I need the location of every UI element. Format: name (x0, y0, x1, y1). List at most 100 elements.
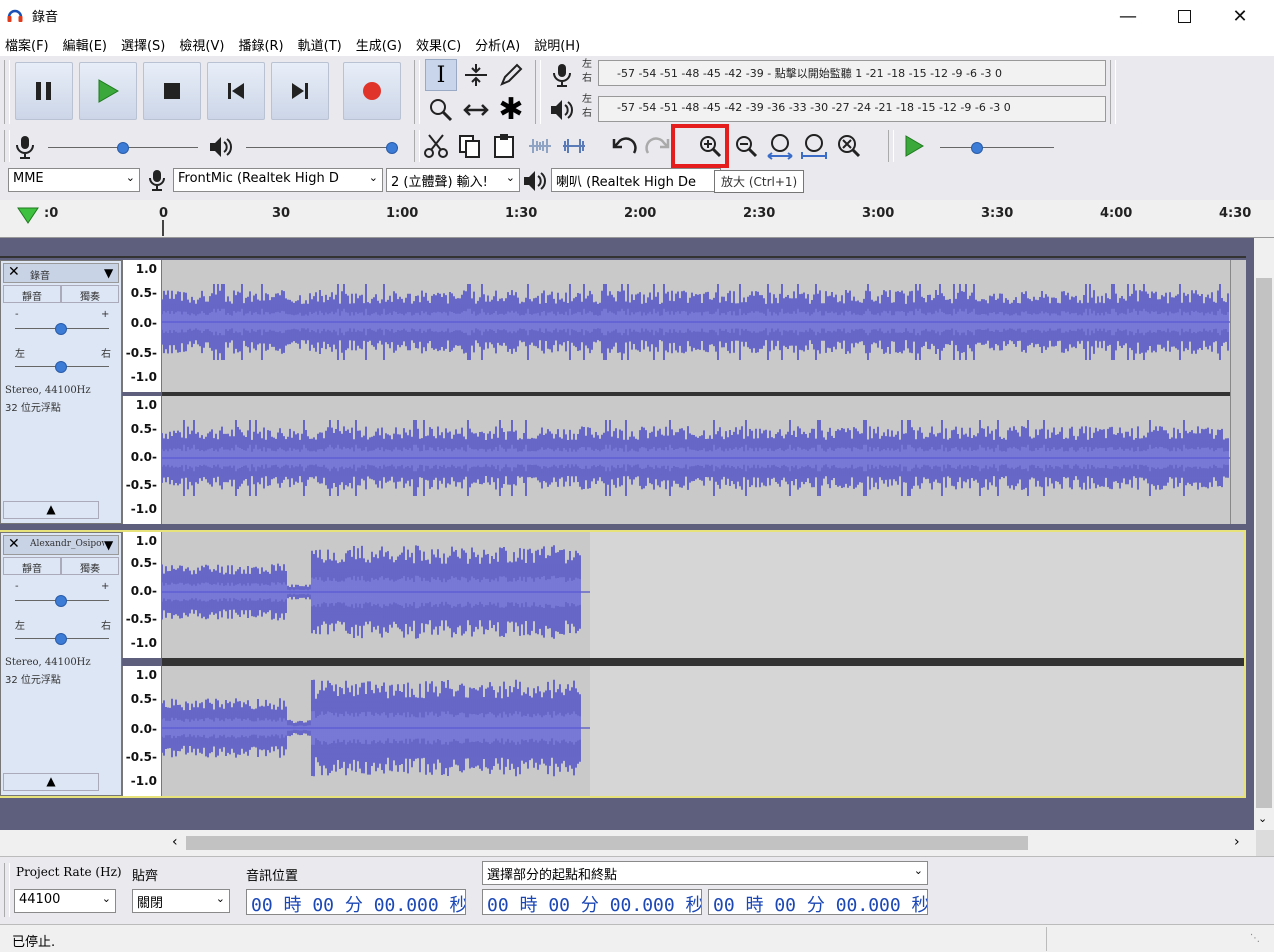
mic-volume-knob[interactable] (117, 142, 129, 154)
play-button[interactable] (79, 62, 137, 120)
chevron-down-icon[interactable]: ⌄ (1258, 812, 1267, 825)
track-pan-slider[interactable] (15, 357, 109, 377)
toolbar-grip[interactable] (535, 60, 541, 124)
track-menu-dropdown[interactable]: ▼ (104, 266, 113, 280)
skip-to-start-button[interactable] (207, 62, 265, 120)
toolbar-grip[interactable] (4, 130, 10, 162)
time-shift-tool-button[interactable] (460, 94, 492, 126)
waveform-right-channel[interactable] (162, 666, 590, 796)
record-meter-button[interactable] (546, 59, 578, 91)
play-speed-knob[interactable] (970, 142, 983, 154)
track-pan-slider[interactable] (15, 629, 109, 649)
audio-host-select[interactable]: MME ⌄ (8, 168, 140, 192)
menu-transport[interactable]: 播錄(R) (233, 35, 292, 54)
silence-audio-button[interactable] (558, 130, 590, 162)
amplitude-scale[interactable]: 1.0 0.5- 0.0- -0.5- -1.0 (122, 532, 162, 658)
track-gain-slider[interactable] (15, 319, 109, 339)
multi-tool-button[interactable]: ✱ (495, 94, 527, 126)
pin-playhead-icon[interactable] (16, 206, 40, 226)
track-area[interactable]: ✕ 錄音 ▼ 靜音 獨奏 - + 左 右 Stereo, 44100Hz 32 … (0, 238, 1256, 830)
minimize-button[interactable]: — (1100, 0, 1156, 32)
close-track-button[interactable]: ✕ (8, 536, 20, 552)
mute-button[interactable]: 靜音 (3, 557, 61, 575)
toolbar-grip[interactable] (414, 60, 420, 124)
menu-view[interactable]: 檢視(V) (174, 35, 233, 54)
horizontal-scrollbar[interactable]: ‹ › (0, 830, 1256, 856)
draw-tool-button[interactable] (495, 59, 527, 91)
vertical-scroll-thumb[interactable] (1256, 278, 1272, 808)
toolbar-grip[interactable] (4, 863, 10, 917)
amplitude-scale[interactable]: 1.0 0.5- 0.0- -0.5- -1.0 (122, 666, 162, 796)
mic-volume-slider[interactable] (48, 138, 198, 158)
close-track-button[interactable]: ✕ (8, 264, 20, 280)
menu-tracks[interactable]: 軌道(T) (293, 35, 351, 54)
track-menu-dropdown[interactable]: ▼ (104, 538, 113, 552)
menu-generate[interactable]: 生成(G) (351, 35, 411, 54)
toolbar-grip[interactable] (888, 130, 894, 162)
resize-grip-icon[interactable]: ⋱ (1250, 933, 1260, 944)
playback-device-select[interactable]: 喇叭 (Realtek High De (551, 168, 721, 192)
chevron-left-icon[interactable]: ‹ (172, 834, 178, 850)
chevron-right-icon[interactable]: › (1234, 834, 1240, 850)
toolbar-grip[interactable] (1110, 60, 1116, 124)
recording-channels-select[interactable]: 2 (立體聲) 輸入! ⌄ (386, 168, 520, 192)
menu-edit[interactable]: 編輯(E) (58, 35, 116, 54)
zoom-toggle-button[interactable] (832, 130, 864, 162)
collapse-track-button[interactable]: ▲ (3, 501, 99, 519)
collapse-track-button[interactable]: ▲ (3, 773, 99, 791)
waveform-left-channel[interactable] (162, 260, 1230, 392)
pause-button[interactable] (15, 62, 73, 120)
cut-button[interactable] (420, 130, 452, 162)
envelope-tool-button[interactable] (460, 59, 492, 91)
fit-project-button[interactable] (798, 130, 830, 162)
undo-button[interactable] (608, 130, 640, 162)
track-gain-slider[interactable] (15, 591, 109, 611)
play-at-speed-button[interactable] (898, 130, 930, 162)
selection-mode-select[interactable]: 選擇部分的起點和終點 ⌄ (482, 861, 928, 885)
play-meter-button[interactable] (546, 94, 578, 126)
skip-to-end-button[interactable] (271, 62, 329, 120)
solo-button[interactable]: 獨奏 (61, 557, 119, 575)
recording-device-select[interactable]: FrontMic (Realtek High D ⌄ (173, 168, 383, 192)
toolbar-grip[interactable] (4, 60, 10, 124)
menu-help[interactable]: 說明(H) (529, 35, 589, 54)
zoom-tool-button[interactable] (425, 94, 457, 126)
selection-tool-button[interactable]: I (425, 59, 457, 91)
record-button[interactable] (343, 62, 401, 120)
menu-analyze[interactable]: 分析(A) (470, 35, 529, 54)
waveform-right-channel[interactable] (162, 396, 1230, 524)
stop-button[interactable] (143, 62, 201, 120)
track-control-panel[interactable]: ✕ 錄音 ▼ 靜音 獨奏 - + 左 右 Stereo, 44100Hz 32 … (0, 260, 122, 524)
maximize-button[interactable] (1156, 0, 1212, 32)
timeline-ruler[interactable]: :0 0 30 1:00 1:30 2:00 2:30 3:00 3:30 4:… (0, 200, 1274, 238)
mute-button[interactable]: 靜音 (3, 285, 61, 303)
redo-button[interactable] (642, 130, 674, 162)
copy-button[interactable] (454, 130, 486, 162)
vertical-scrollbar[interactable]: ⌄ (1254, 238, 1274, 830)
amplitude-scale[interactable]: 1.0 0.5- 0.0- -0.5- -1.0 (122, 260, 162, 392)
menu-file[interactable]: 檔案(F) (0, 35, 58, 54)
speaker-volume-slider[interactable] (246, 138, 398, 158)
project-rate-select[interactable]: 44100 ⌄ (14, 889, 116, 913)
waveform-left-channel[interactable] (162, 532, 590, 658)
selection-end-field[interactable]: 00 時 00 分 00.000 秒 (708, 889, 928, 915)
play-meter[interactable]: -57 -54 -51 -48 -45 -42 -39 -36 -33 -30 … (598, 96, 1106, 122)
menu-effect[interactable]: 效果(C) (411, 35, 470, 54)
fit-selection-button[interactable] (764, 130, 796, 162)
horizontal-scroll-thumb[interactable] (186, 836, 1028, 850)
audio-position-field[interactable]: 00 時 00 分 00.000 秒 (246, 889, 466, 915)
track-name[interactable]: Alexandr_Osipov (30, 539, 104, 549)
speaker-volume-knob[interactable] (386, 142, 398, 154)
record-meter[interactable]: -57 -54 -51 -48 -45 -42 -39 - 點擊以開始監聽 1 … (598, 60, 1106, 86)
play-speed-slider[interactable] (940, 138, 1054, 158)
close-window-button[interactable]: ✕ (1212, 0, 1268, 32)
snap-to-select[interactable]: 關閉 ⌄ (132, 889, 230, 913)
menu-select[interactable]: 選擇(S) (116, 35, 174, 54)
zoom-out-button[interactable] (730, 130, 762, 162)
track-name[interactable]: 錄音 (30, 267, 50, 282)
amplitude-scale[interactable]: 1.0 0.5- 0.0- -0.5- -1.0 (122, 396, 162, 524)
selection-start-field[interactable]: 00 時 00 分 00.000 秒 (482, 889, 702, 915)
solo-button[interactable]: 獨奏 (61, 285, 119, 303)
trim-audio-button[interactable] (524, 130, 556, 162)
track-control-panel[interactable]: ✕ Alexandr_Osipov ▼ 靜音 獨奏 - + 左 右 Stereo… (0, 532, 122, 796)
